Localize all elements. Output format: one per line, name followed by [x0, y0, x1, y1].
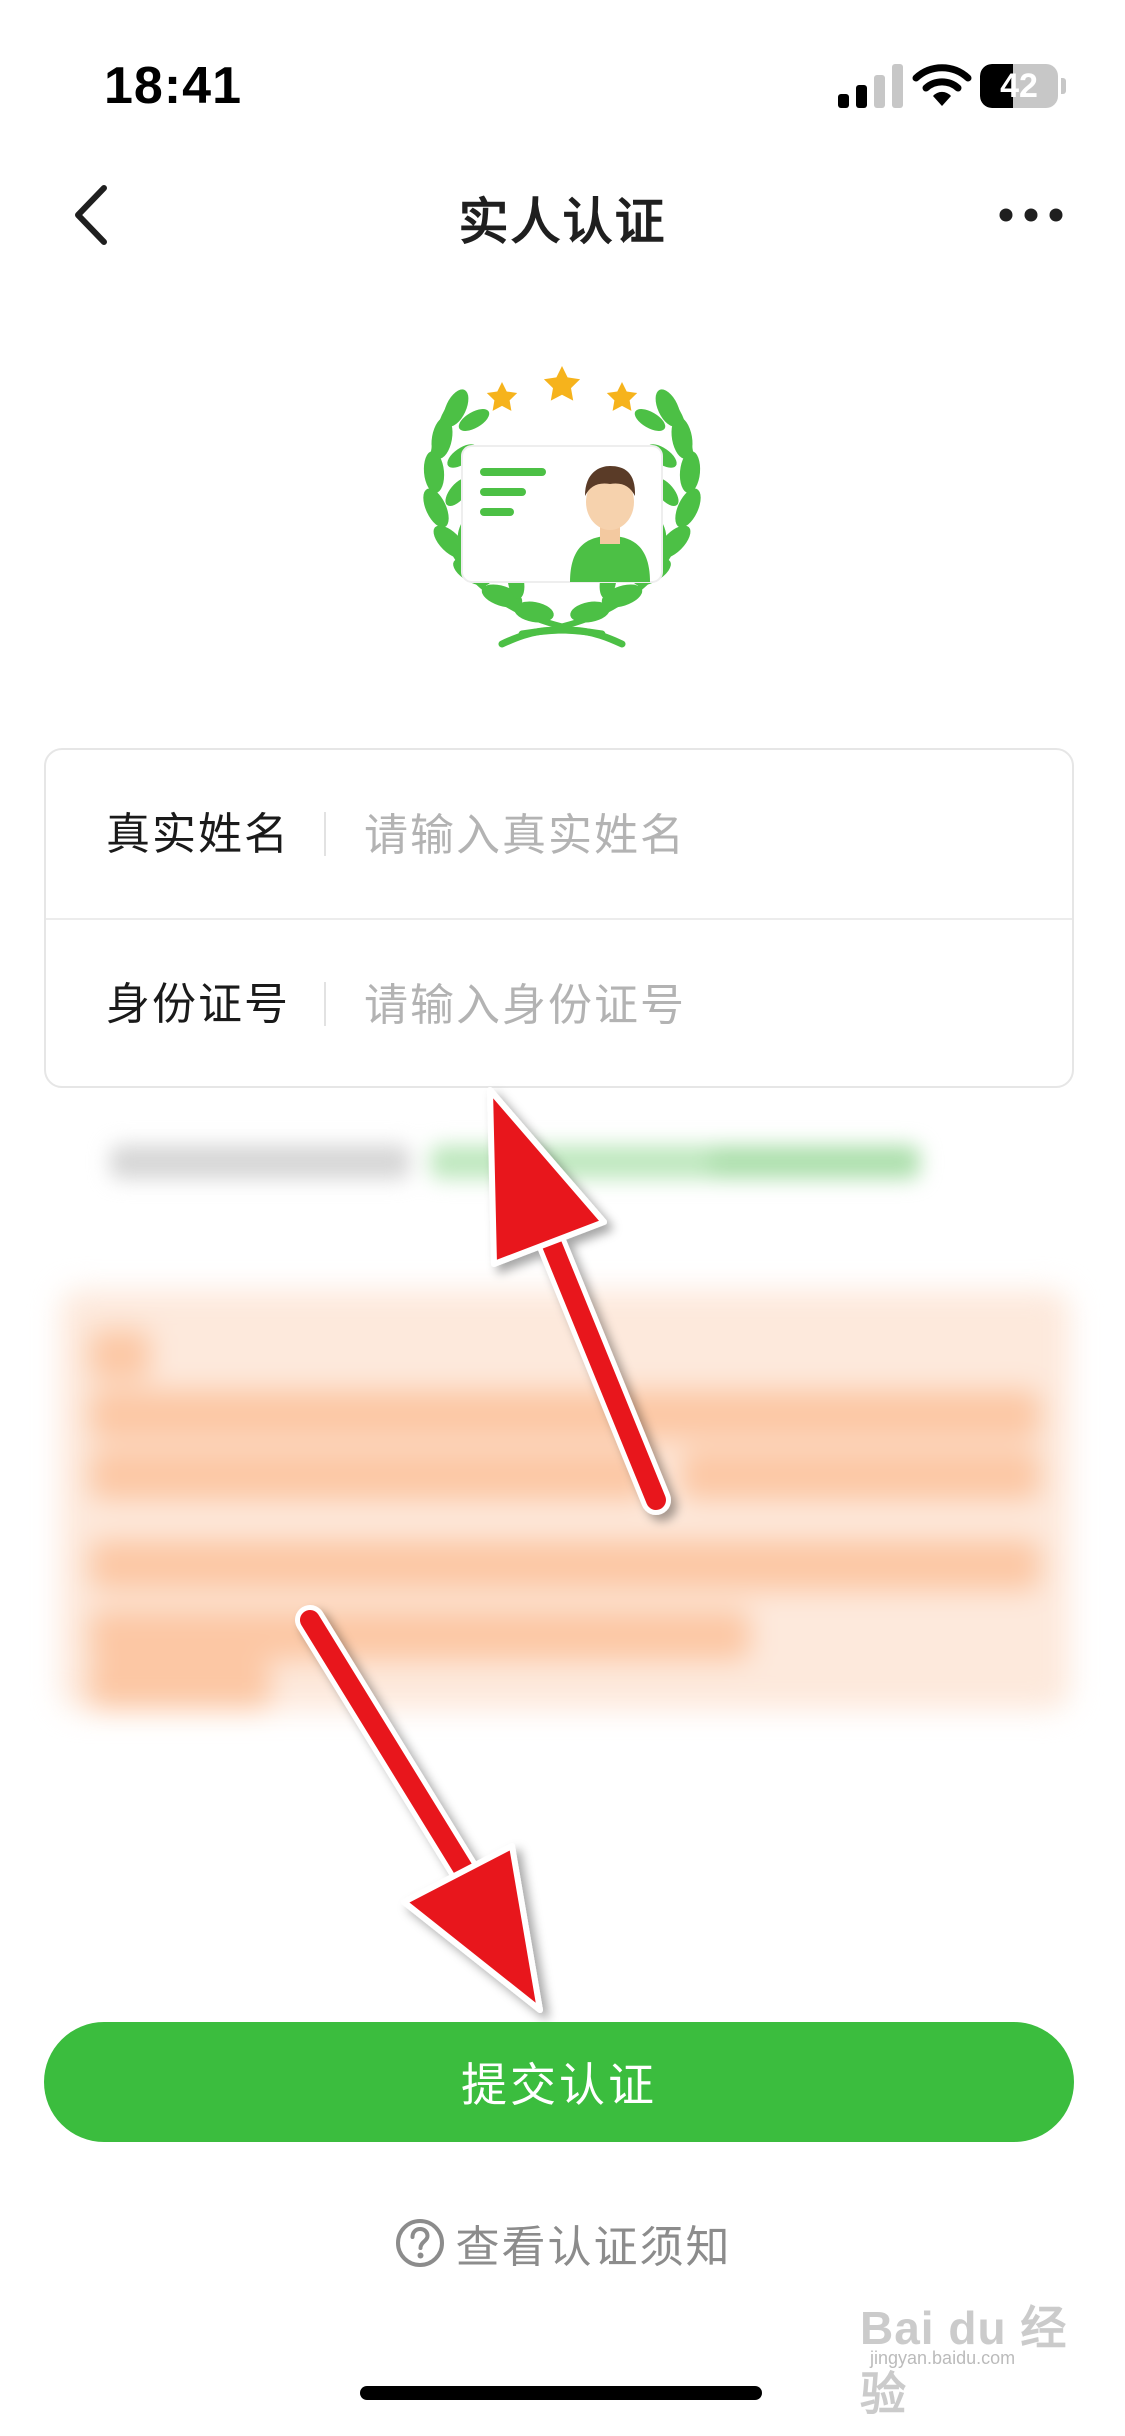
identity-form: 真实姓名 身份证号 — [44, 748, 1074, 1088]
baidu-jingyan-watermark: Bai du 经验 jingyan.baidu.com — [860, 2292, 1080, 2420]
view-notice-link[interactable]: 查看认证须知 — [0, 2208, 1125, 2278]
id-number-input[interactable] — [364, 960, 1024, 1050]
field-divider — [324, 812, 326, 856]
page-title: 实人认证 — [458, 193, 667, 251]
blurred-notice-box — [60, 1290, 1070, 1710]
real-name-row: 真实姓名 — [46, 750, 1072, 920]
battery-icon: 42 — [980, 64, 1066, 108]
real-name-input[interactable] — [364, 790, 1024, 880]
more-horizontal-icon[interactable] — [996, 192, 1066, 238]
view-notice-label: 查看认证须知 — [455, 2222, 732, 2273]
status-bar: 18:41 42 — [0, 0, 1125, 150]
watermark-url: jingyan.baidu.com — [870, 2348, 1016, 2368]
id-number-row: 身份证号 — [46, 920, 1072, 1090]
real-name-label: 真实姓名 — [106, 809, 290, 860]
field-divider — [324, 982, 326, 1026]
question-circle-icon — [395, 2219, 444, 2267]
home-indicator[interactable] — [360, 2386, 762, 2400]
blurred-agreement-text — [110, 1135, 920, 1191]
id-number-label: 身份证号 — [106, 979, 290, 1030]
status-time: 18:41 — [104, 57, 242, 115]
verified-id-laurel-icon — [423, 366, 701, 648]
battery-level-text: 42 — [1000, 67, 1038, 105]
submit-verification-button[interactable]: 提交认证 — [44, 2022, 1074, 2142]
cellular-signal-icon — [838, 64, 903, 108]
wifi-icon — [912, 64, 972, 106]
